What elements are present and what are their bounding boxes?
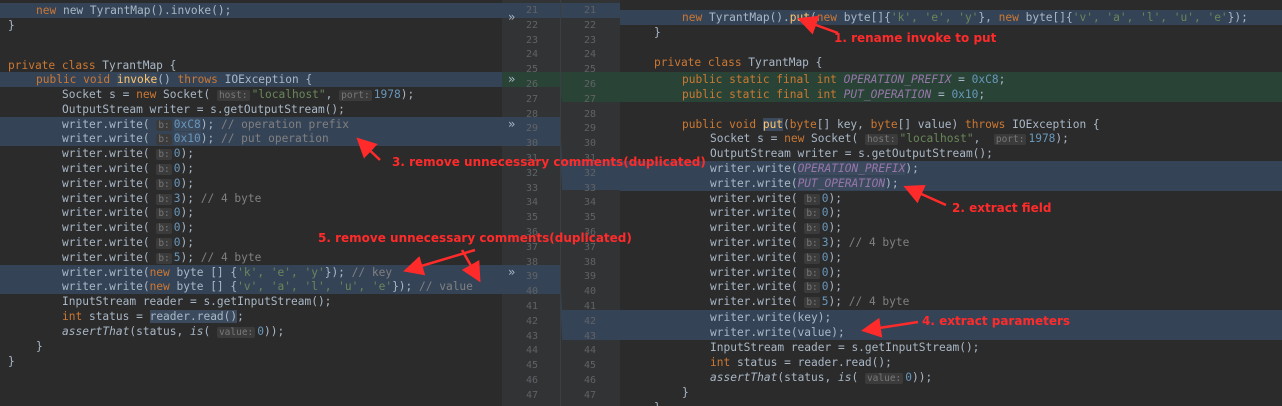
code-line: } (682, 386, 689, 399)
annotation-1: 1. rename invoke to put (834, 31, 997, 45)
code-line: writer.write(new byte [] {'k', 'e', 'y'}… (0, 265, 502, 280)
code-line: new new TyrantMap().invoke(); (0, 3, 502, 18)
line-number-right: 29 (583, 123, 596, 135)
line-number-left: 23 (525, 34, 538, 46)
gutter-separator (560, 0, 561, 406)
line-number-right: 41 (583, 301, 596, 312)
code-line: public static final int PUT_OPERATION = … (620, 87, 1282, 102)
line-number-left: 41 (525, 301, 538, 312)
code-line: OutputStream writer = s.getOutputStream(… (62, 103, 345, 116)
line-number-left: 43 (525, 330, 538, 342)
line-number-left: 30 (525, 138, 538, 150)
code-line: int status = reader.read(); (710, 356, 892, 369)
annotation-5: 5. remove unnecessary comments(duplicate… (318, 231, 632, 245)
line-number-left: 44 (525, 345, 538, 357)
line-number-right: 39 (583, 271, 596, 283)
line-number-left: 33 (525, 182, 538, 194)
code-line: writer.write( b: 5); // 4 byte (710, 295, 910, 308)
line-number-right: 46 (583, 375, 596, 386)
code-line: writer.write( b: 0); (710, 206, 842, 219)
code-line: public void invoke() throws IOException … (0, 72, 502, 87)
code-line: writer.write(OPERATION_PREFIX); (620, 161, 1282, 176)
code-line: public static final int OPERATION_PREFIX… (620, 72, 1282, 87)
annotation-2: 2. extract field (952, 201, 1052, 215)
code-line: OutputStream writer = s.getOutputStream(… (710, 147, 993, 160)
line-number-right: 43 (583, 330, 596, 342)
code-line: public void put(byte[] key, byte[] value… (682, 118, 1100, 131)
line-number-right: 35 (583, 212, 596, 224)
code-line: writer.write( b: 0); (710, 280, 842, 293)
line-number-right: 30 (583, 138, 596, 150)
line-number-right: 44 (583, 345, 596, 357)
code-line: writer.write( b: 0); (62, 177, 194, 190)
line-number-left: 24 (525, 49, 538, 61)
line-number-right: 38 (583, 256, 596, 268)
code-line: assertThat(status, is( value: 0)); (710, 371, 933, 384)
code-line: writer.write( b: 0); (710, 221, 842, 234)
line-number-right: 26 (583, 79, 596, 90)
code-line: } (8, 355, 15, 368)
code-line: Socket s = new Socket( host: "localhost",… (710, 132, 1069, 145)
code-line: InputStream reader = s.getInputStream(); (62, 295, 332, 308)
apply-change-arrow-icon[interactable]: » (508, 72, 515, 87)
code-line: writer.write( b: 3); // 4 byte (710, 236, 910, 249)
code-line: writer.write( b: 0x10); // put operation (0, 131, 502, 146)
line-number-right: 42 (583, 315, 596, 327)
line-number-right: 22 (583, 19, 596, 31)
code-line: int status = reader.read(); (62, 310, 244, 323)
code-line: } (620, 400, 1282, 406)
line-number-right: 21 (583, 5, 596, 16)
code-line: writer.write( b: 0); (710, 266, 842, 279)
code-line: private class TyrantMap { (654, 56, 823, 69)
line-number-right: 47 (583, 389, 596, 401)
code-line: writer.write( b: 3); // 4 byte (62, 192, 262, 205)
apply-change-arrow-icon[interactable]: » (508, 10, 515, 25)
line-number-left: 46 (525, 375, 538, 386)
line-number-right: 28 (583, 108, 596, 120)
code-line: assertThat(status, is( value: 0)); (62, 325, 285, 338)
code-line: private class TyrantMap { (8, 59, 177, 72)
code-line: writer.write( b: 5); // 4 byte (62, 251, 262, 264)
line-number-left: 40 (525, 286, 538, 298)
line-number-right: 23 (583, 34, 596, 46)
code-line: writer.write(PUT_OPERATION); (620, 176, 1282, 191)
right-editor-pane[interactable]: new TyrantMap().put(new byte[]{'k', 'e',… (620, 0, 1282, 406)
line-number-left: 27 (525, 93, 538, 105)
line-number-right: 24 (583, 49, 596, 61)
line-number-right: 33 (583, 182, 596, 194)
annotation-3: 3. remove unnecessary comments(duplicate… (392, 155, 706, 169)
annotation-4: 4. extract parameters (922, 314, 1071, 328)
code-line: writer.write( b: 0); (710, 192, 842, 205)
code-line: Socket s = new Socket( host: "localhost",… (62, 88, 415, 101)
apply-change-arrow-icon[interactable]: » (508, 117, 515, 132)
line-number-right: 45 (583, 360, 596, 372)
line-number-left: 45 (525, 360, 538, 372)
line-number-right: 27 (583, 93, 596, 105)
code-line: writer.write(new byte [] {'v', 'a', 'l',… (0, 279, 502, 294)
diff-gutter: 21 21 22 22 23 23 24 24 25 25 26 26 27 27 28 28 29 29 30 30… (502, 0, 620, 406)
line-number-left: 47 (525, 389, 538, 401)
left-editor-pane[interactable]: new new TyrantMap().invoke(); } private … (0, 0, 502, 406)
line-number-right: 34 (583, 197, 596, 209)
line-number-left: 42 (525, 315, 538, 327)
line-number-right: 25 (583, 64, 596, 76)
code-line: writer.write( b: 0xC8); // operation pref… (0, 117, 502, 132)
code-line: } (36, 340, 43, 353)
line-number-left: 34 (525, 197, 538, 209)
code-line: writer.write( b: 0); (62, 206, 194, 219)
code-line: writer.write( b: 0); (710, 251, 842, 264)
line-number-left: 35 (525, 212, 538, 224)
code-line: InputStream reader = s.getInputStream(); (710, 341, 980, 354)
apply-change-arrow-icon[interactable]: » (508, 265, 515, 280)
code-line: new TyrantMap().put(new byte[]{'k', 'e',… (620, 10, 1282, 25)
code-line: } (8, 19, 15, 32)
line-number-right: 40 (583, 286, 596, 298)
